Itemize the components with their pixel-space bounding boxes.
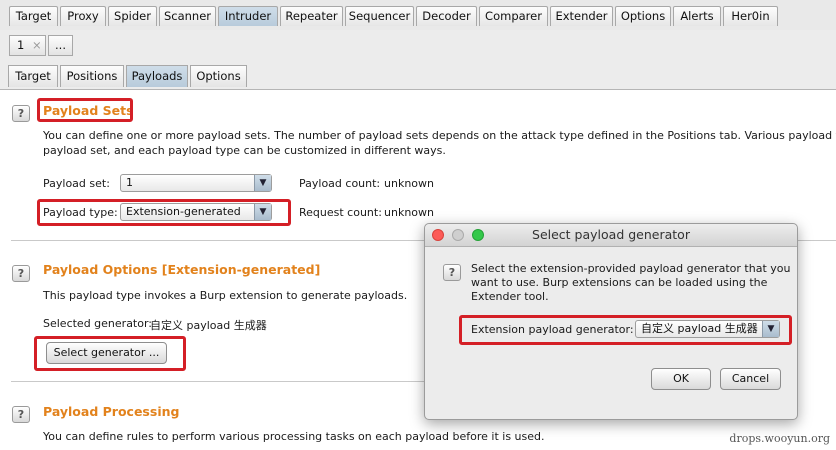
main-tab-bar: Target Proxy Spider Scanner Intruder Rep… xyxy=(0,0,836,31)
tab-extender[interactable]: Extender xyxy=(550,6,613,26)
help-icon[interactable]: ? xyxy=(443,264,461,281)
dialog-text-2: want to use. Burp extensions can be load… xyxy=(471,276,768,289)
help-icon[interactable]: ? xyxy=(12,406,30,423)
new-session-tab-button[interactable]: ... xyxy=(48,35,73,56)
session-tab-1[interactable]: 1 × xyxy=(9,35,46,56)
select-generator-dialog: Select payload generator ? Select the ex… xyxy=(424,223,798,420)
request-count-label: Request count: xyxy=(299,206,382,219)
subtab-payloads[interactable]: Payloads xyxy=(126,65,188,87)
minimize-window-icon[interactable] xyxy=(452,229,464,241)
divider xyxy=(11,381,424,382)
zoom-window-icon[interactable] xyxy=(472,229,484,241)
tab-spider[interactable]: Spider xyxy=(108,6,157,26)
close-icon[interactable]: × xyxy=(32,38,42,52)
highlight-box xyxy=(459,315,792,345)
ok-button[interactable]: OK xyxy=(651,368,711,390)
payload-options-description: This payload type invokes a Burp extensi… xyxy=(43,289,408,302)
tab-repeater[interactable]: Repeater xyxy=(280,6,343,26)
payload-options-title: Payload Options [Extension-generated] xyxy=(43,262,321,277)
payload-processing-title: Payload Processing xyxy=(43,404,180,419)
cancel-button[interactable]: Cancel xyxy=(720,368,781,390)
payload-set-select[interactable]: 1 ▼ xyxy=(120,174,272,192)
selected-generator-value: 自定义 payload 生成器 xyxy=(150,319,267,332)
payload-set-label: Payload set: xyxy=(43,177,110,190)
payload-sets-description-2: payload set, and each payload type can b… xyxy=(43,144,446,157)
tab-target[interactable]: Target xyxy=(9,6,58,26)
highlight-box xyxy=(37,199,291,226)
help-icon[interactable]: ? xyxy=(12,105,30,122)
tab-intruder[interactable]: Intruder xyxy=(218,6,278,26)
highlight-box xyxy=(34,336,186,371)
tab-scanner[interactable]: Scanner xyxy=(159,6,216,26)
dialog-text: Select the extension-provided payload ge… xyxy=(471,262,791,275)
tab-decoder[interactable]: Decoder xyxy=(416,6,477,26)
dialog-title: Select payload generator xyxy=(532,227,690,242)
watermark: drops.wooyun.org xyxy=(729,432,830,445)
payload-count-value: unknown xyxy=(384,177,434,190)
payload-count-label: Payload count: xyxy=(299,177,381,190)
subtab-target[interactable]: Target xyxy=(8,65,58,87)
subtab-positions[interactable]: Positions xyxy=(60,65,124,87)
session-tab-label: 1 xyxy=(17,38,25,52)
subtab-options[interactable]: Options xyxy=(190,65,247,87)
tab-options[interactable]: Options xyxy=(615,6,671,26)
close-window-icon[interactable] xyxy=(432,229,444,241)
payload-processing-description: You can define rules to perform various … xyxy=(43,430,545,443)
help-icon[interactable]: ? xyxy=(12,265,30,282)
tab-proxy[interactable]: Proxy xyxy=(60,6,106,26)
sub-tab-bar: Target Positions Payloads Options xyxy=(0,60,836,90)
session-tab-bar: 1 × ... xyxy=(0,30,836,61)
tab-alerts[interactable]: Alerts xyxy=(673,6,721,26)
tab-comparer[interactable]: Comparer xyxy=(479,6,548,26)
dialog-text-3: Extender tool. xyxy=(471,290,549,303)
payload-sets-description: You can define one or more payload sets.… xyxy=(43,129,836,142)
payload-set-value: 1 xyxy=(126,176,133,189)
selected-generator-label: Selected generator: xyxy=(43,317,153,330)
tab-her0in[interactable]: Her0in xyxy=(723,6,778,26)
highlight-box xyxy=(37,98,133,122)
tab-sequencer[interactable]: Sequencer xyxy=(345,6,414,26)
chevron-down-icon: ▼ xyxy=(254,175,271,191)
request-count-value: unknown xyxy=(384,206,434,219)
